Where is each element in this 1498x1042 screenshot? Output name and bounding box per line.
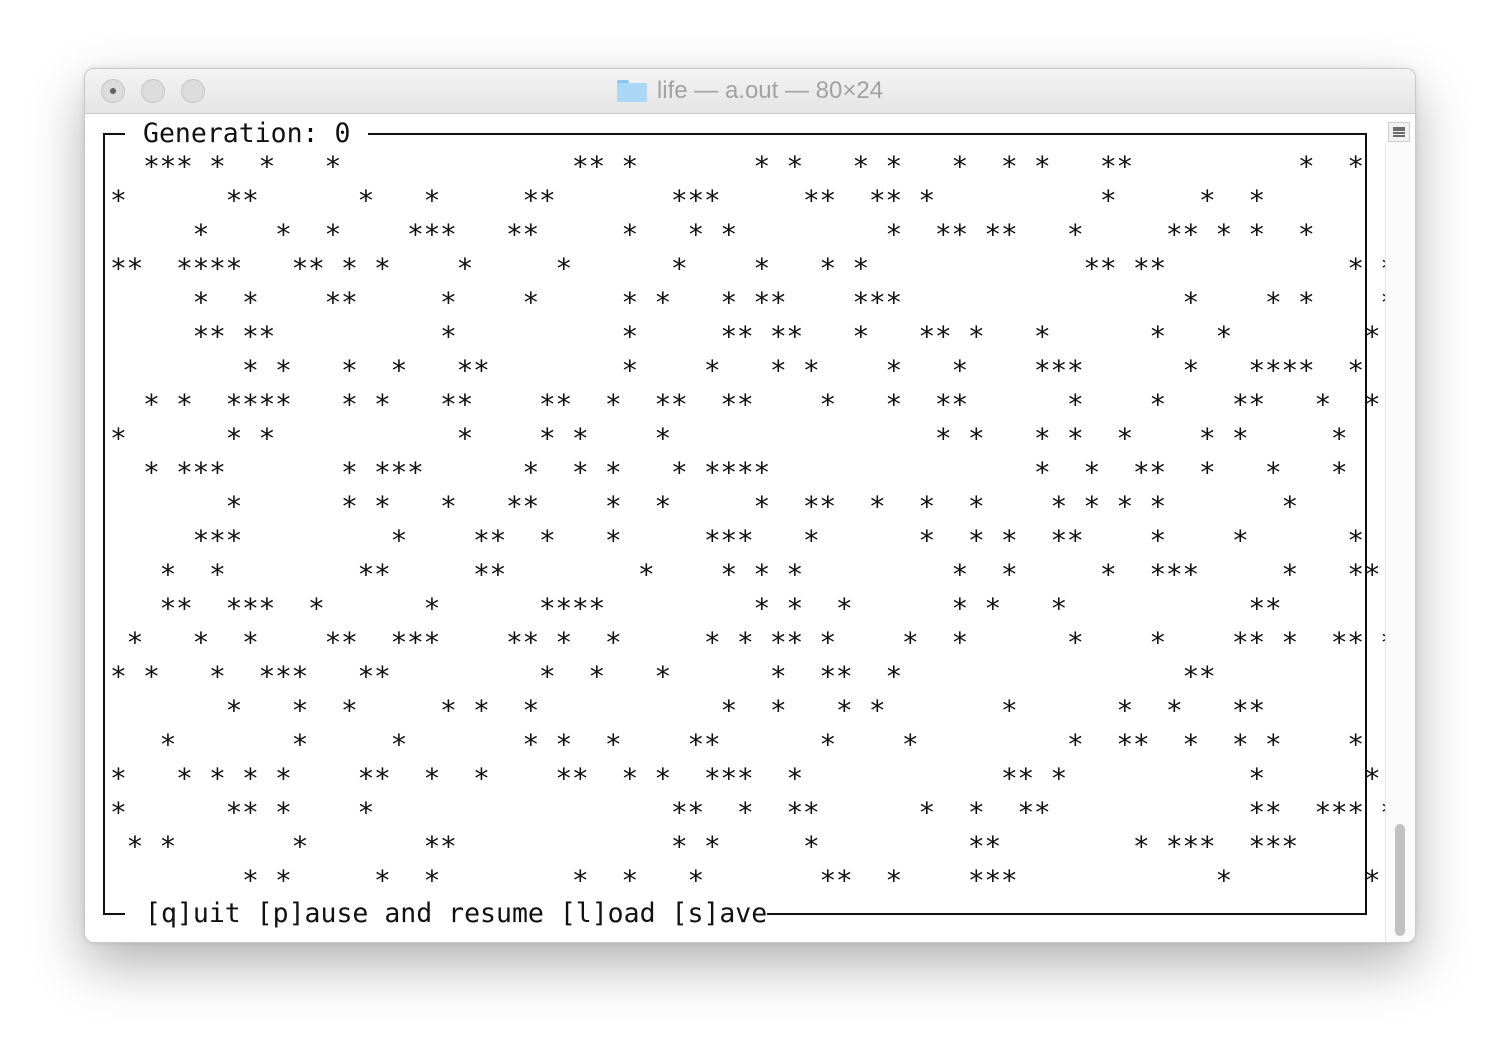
grid-row: * * * * ** * * * * * * *** * **** * xyxy=(110,354,1364,387)
generation-counter: Generation: 0 xyxy=(125,117,369,151)
split-icon xyxy=(1393,127,1405,137)
scroll-thumb[interactable] xyxy=(1395,824,1405,936)
grid-row: * * * * * * * * * * * * * ** * xyxy=(110,694,1414,727)
grid-row: * ** * * ** *** ** ** * * * * xyxy=(110,184,1265,217)
vertical-scrollbar[interactable] xyxy=(1385,144,1415,942)
life-grid: *** * * * ** * * * * * * * * ** * * * ** … xyxy=(110,150,1416,898)
grid-row: * ** * * ** * ** * * ** ** *** * xyxy=(110,796,1397,829)
grid-row: * * **** * * ** ** * ** ** * * ** * * **… xyxy=(110,388,1381,421)
grid-row: ** **** ** * * * * * * * * ** ** * * xyxy=(110,252,1397,285)
grid-row: * * ** ** * * * * * * * *** * ** xyxy=(110,558,1381,591)
grid-row: * * * * * * * ** * *** * * xyxy=(110,864,1381,897)
folder-icon xyxy=(616,80,647,102)
grid-row: * * * * * * * * * * * * * * * xyxy=(110,422,1348,455)
window-title-area: life — a.out — 80×24 xyxy=(85,69,1415,113)
title-bar[interactable]: life — a.out — 80×24 xyxy=(85,69,1415,114)
grid-row: * * * ** * * * ** * *** *** * xyxy=(110,830,1414,863)
split-view-button[interactable] xyxy=(1388,122,1410,142)
grid-row: * * * * ** * * * ** * * * * * * * * * xyxy=(110,490,1414,523)
controls-help: [q]uit [p]ause and resume [l]oad [s]ave xyxy=(125,897,768,931)
grid-row: ** ** * * ** ** * ** * * * * * xyxy=(110,320,1381,353)
grid-row: ** *** * * **** * * * * * * ** xyxy=(110,592,1282,625)
grid-row: * * ** * * * * * ** *** * * * * xyxy=(110,286,1397,319)
grid-row: * *** * *** * * * * **** * * ** * * * xyxy=(110,456,1348,489)
terminal-window: life — a.out — 80×24 Generation: 0 *** *… xyxy=(84,68,1416,943)
grid-row: * * * *** ** * * * * ** ** * ** * * * * xyxy=(110,218,1416,251)
grid-row: * * * * * ** * * ** * * *** * ** * * * xyxy=(110,762,1381,795)
grid-row: *** * * * ** * * * * * * * * ** * * xyxy=(110,150,1364,183)
grid-row: *** * ** * * *** * * * * ** * * * xyxy=(110,524,1364,557)
terminal-content[interactable]: Generation: 0 *** * * * ** * * * * * * *… xyxy=(85,114,1416,942)
grid-row: * * * *** ** * * * * ** * ** xyxy=(110,660,1216,693)
grid-row: * * * ** *** ** * * * * ** * * * * * ** … xyxy=(110,626,1397,659)
window-title: life — a.out — 80×24 xyxy=(656,77,884,104)
grid-row: * * * * * * ** * * * ** * * * * * xyxy=(110,728,1416,761)
